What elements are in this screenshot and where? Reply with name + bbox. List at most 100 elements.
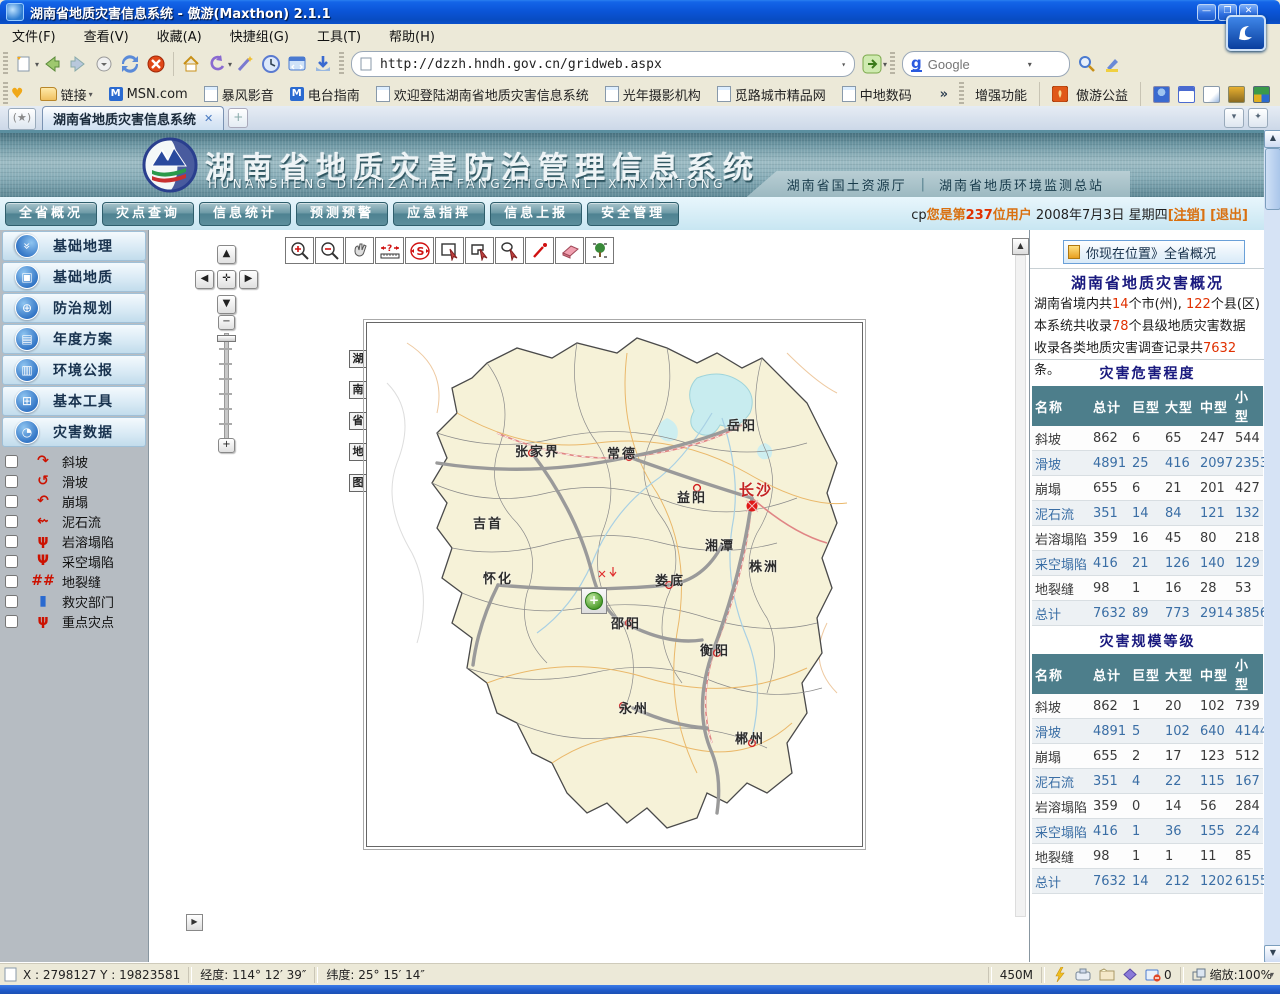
zoom-dropdown[interactable]: ▾ xyxy=(1270,970,1274,979)
magic-wand-button[interactable] xyxy=(232,51,258,77)
history-dropdown[interactable] xyxy=(91,51,117,77)
new-tab-button[interactable]: + xyxy=(228,108,248,128)
maxthon-charity-label[interactable]: 傲游公益 xyxy=(1076,85,1128,104)
new-page-button[interactable] xyxy=(11,51,37,77)
layer-checkbox[interactable] xyxy=(5,515,18,528)
menu-item-5[interactable]: 帮助(H) xyxy=(389,26,435,45)
resize-icon[interactable] xyxy=(1192,968,1206,981)
link-land-resources-dept[interactable]: 湖南省国土资源厅 xyxy=(787,175,907,194)
layer-row-4[interactable]: ψ岩溶塌陷 xyxy=(0,531,148,551)
add-point-map-button[interactable]: + xyxy=(581,588,607,614)
link-item[interactable]: 觅路城市精品网 xyxy=(717,85,826,104)
map-canvas[interactable]: 张家界常德岳阳益阳长沙吉首湘潭株洲怀化娄底邵阳衡阳永州郴州 + xyxy=(366,322,863,847)
link-item[interactable]: 暴风影音 xyxy=(204,85,274,104)
select-polygon-icon[interactable] xyxy=(465,237,494,264)
boost-icon[interactable] xyxy=(1053,967,1067,982)
window-icon[interactable] xyxy=(1178,86,1195,103)
enhance-features-button[interactable]: 增强功能 xyxy=(975,85,1027,104)
layer-row-3[interactable]: ⇜泥石流 xyxy=(0,511,148,531)
search-icon-button[interactable] xyxy=(1074,51,1100,77)
nav-tab-5[interactable]: 信息上报 xyxy=(490,202,582,226)
menu-item-1[interactable]: 查看(V) xyxy=(84,26,129,45)
layer-row-7[interactable]: ▮救灾部门 xyxy=(0,591,148,611)
nav-tab-2[interactable]: 信息统计 xyxy=(199,202,291,226)
layer-checkbox[interactable] xyxy=(5,535,18,548)
layer-checkbox[interactable] xyxy=(5,575,18,588)
undo-button[interactable] xyxy=(204,51,230,77)
address-bar[interactable]: ▾ xyxy=(351,51,855,77)
eraser-icon[interactable] xyxy=(555,237,584,264)
address-input[interactable] xyxy=(378,56,843,73)
map-hscroll-right-button[interactable]: ▶ xyxy=(186,914,203,931)
layer-row-2[interactable]: ↶崩塌 xyxy=(0,491,148,511)
search-input[interactable] xyxy=(926,56,1030,73)
pan-up-button[interactable]: ▲ xyxy=(217,245,236,264)
link-item[interactable]: 中地数码 xyxy=(842,85,912,104)
layer-row-0[interactable]: ↷斜坡 xyxy=(0,451,148,471)
favorites-star-button[interactable]: (★) xyxy=(8,108,36,130)
nav-tab-0[interactable]: 全省概况 xyxy=(5,202,97,226)
pan-right-button[interactable]: ▶ xyxy=(239,270,258,289)
plugin-cube-icon[interactable] xyxy=(1253,86,1270,103)
layer-tree-icon[interactable] xyxy=(585,237,614,264)
nav-tab-6[interactable]: 安全管理 xyxy=(587,202,679,226)
tab-list-button[interactable]: ▾ xyxy=(1224,108,1244,128)
layer-row-5[interactable]: Ψ采空塌陷 xyxy=(0,551,148,571)
full-extent-icon[interactable]: S xyxy=(405,237,434,264)
tab-active[interactable]: 湖南省地质灾害信息系统 ✕ xyxy=(42,106,224,130)
layer-checkbox[interactable] xyxy=(5,475,18,488)
link-item[interactable]: 欢迎登陆湖南省地质灾害信息系统 xyxy=(376,85,589,104)
select-rectangle-icon[interactable] xyxy=(435,237,464,264)
menu-item-4[interactable]: 工具(T) xyxy=(317,26,361,45)
layer-checkbox[interactable] xyxy=(5,615,18,628)
zoom-in-icon[interactable] xyxy=(285,237,314,264)
logout-link[interactable]: [注销] xyxy=(1168,208,1206,223)
scroll-down-icon[interactable]: ▼ xyxy=(1264,945,1280,963)
user-info-segment[interactable]: [退出] xyxy=(1206,208,1248,223)
sidebar-group-3[interactable]: ▤年度方案 xyxy=(2,324,146,354)
menu-item-3[interactable]: 快捷组(G) xyxy=(230,26,289,45)
pan-icon[interactable] xyxy=(345,237,374,264)
user-icon[interactable] xyxy=(1153,86,1170,103)
layer-checkbox[interactable] xyxy=(5,595,18,608)
stop-button[interactable] xyxy=(143,51,169,77)
scroll-thumb[interactable] xyxy=(1265,148,1280,210)
pen-cup-icon[interactable] xyxy=(1228,86,1245,103)
window-mode-button[interactable] xyxy=(284,51,310,77)
layer-checkbox[interactable] xyxy=(5,495,18,508)
menu-item-2[interactable]: 收藏(A) xyxy=(157,26,202,45)
layer-row-8[interactable]: ψ重点灾点 xyxy=(0,611,148,631)
favorites-heart-icon[interactable]: ♥ xyxy=(11,86,24,102)
scroll-up-icon[interactable]: ▲ xyxy=(1264,130,1280,148)
proxy-icon[interactable] xyxy=(1075,968,1091,981)
maxthon-charity-icon[interactable] xyxy=(1052,86,1068,102)
notes-icon[interactable] xyxy=(1203,86,1220,103)
draw-point-icon[interactable] xyxy=(525,237,554,264)
address-dropdown[interactable]: ▾ xyxy=(841,60,846,69)
nav-tab-1[interactable]: 灾点查询 xyxy=(102,202,194,226)
link-item[interactable]: 光年摄影机构 xyxy=(605,85,701,104)
back-button[interactable] xyxy=(39,51,65,77)
sidebar-group-0[interactable]: »基础地理 xyxy=(2,231,146,261)
layer-row-6[interactable]: ##地裂缝 xyxy=(0,571,148,591)
pan-left-button[interactable]: ◀ xyxy=(195,270,214,289)
link-geo-env-monitor-station[interactable]: 湖南省地质环境监测总站 xyxy=(939,175,1104,194)
search-box[interactable]: g ▾ xyxy=(902,51,1070,77)
sidebar-group-5[interactable]: ⊞基本工具 xyxy=(2,386,146,416)
search-engine-dropdown[interactable]: ▾ xyxy=(1028,60,1032,69)
map-vscroll-up-button[interactable]: ▲ xyxy=(1012,238,1029,255)
sidebar-group-2[interactable]: ⊕防治规划 xyxy=(2,293,146,323)
tab-close-icon[interactable]: ✕ xyxy=(204,112,213,125)
forward-button[interactable] xyxy=(65,51,91,77)
go-dropdown[interactable]: ▾ xyxy=(883,60,887,69)
filter-icon[interactable] xyxy=(1123,968,1137,981)
sidebar-group-4[interactable]: ▥环境公报 xyxy=(2,355,146,385)
zoom-out-step-button[interactable]: − xyxy=(218,315,235,330)
go-button[interactable] xyxy=(859,51,885,77)
link-item[interactable]: M电台指南 xyxy=(290,85,360,104)
history-clock-button[interactable] xyxy=(258,51,284,77)
link-item[interactable]: MMSN.com xyxy=(109,87,188,102)
menu-item-0[interactable]: 文件(F) xyxy=(12,26,56,45)
page-scrollbar[interactable]: ▲ ▼ xyxy=(1264,130,1280,962)
zoom-slider-thumb[interactable] xyxy=(217,335,236,342)
